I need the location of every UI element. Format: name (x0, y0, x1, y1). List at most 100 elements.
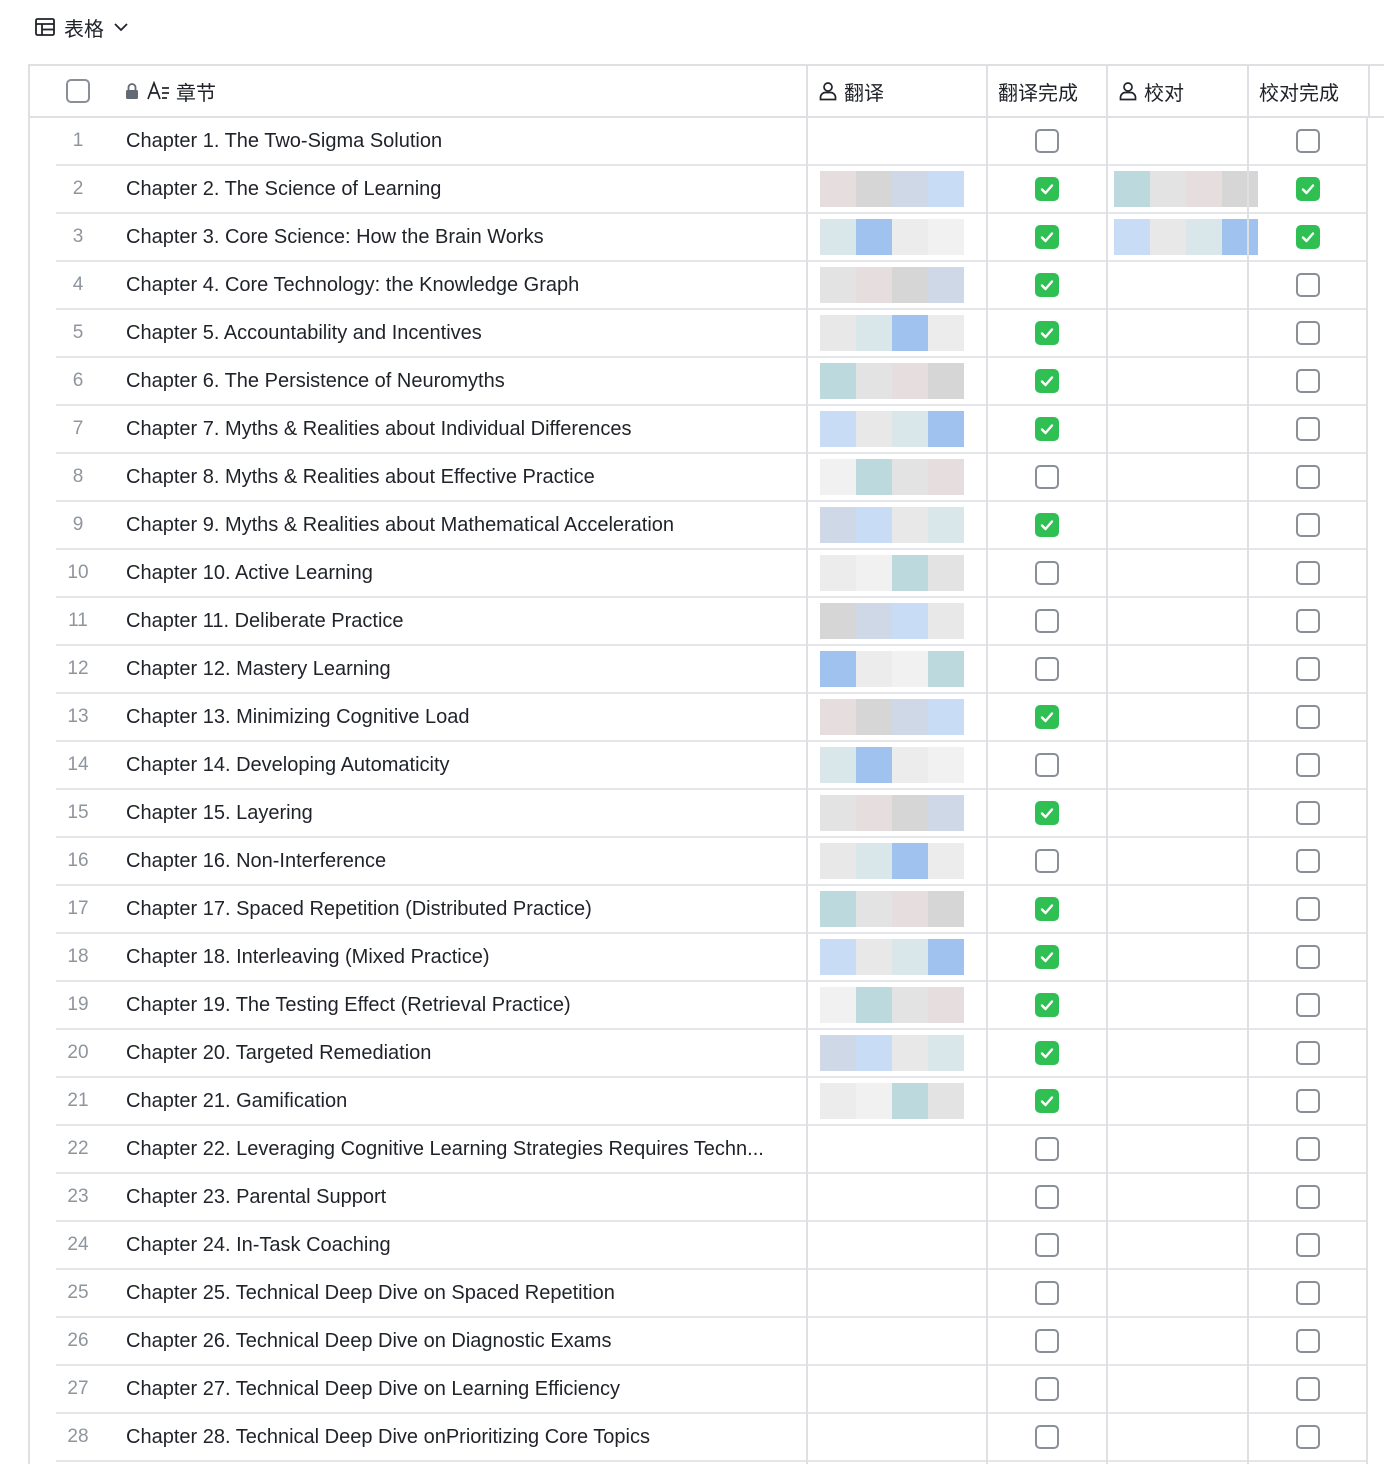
chapter-cell[interactable]: Chapter 9. Myths & Realities about Mathe… (126, 502, 806, 548)
column-header-chapter[interactable]: 章节 (124, 66, 806, 116)
table-row[interactable]: 16 Chapter 16. Non-Interference (30, 838, 1368, 886)
translator-cell[interactable] (814, 598, 984, 644)
chapter-cell[interactable]: Chapter 19. The Testing Effect (Retrieva… (126, 982, 806, 1028)
unchecked-checkbox[interactable] (1296, 1089, 1320, 1113)
translator-cell[interactable] (814, 214, 984, 260)
checked-checkbox[interactable] (1035, 177, 1059, 201)
table-row[interactable]: 23 Chapter 23. Parental Support (30, 1174, 1368, 1222)
unchecked-checkbox[interactable] (1035, 753, 1059, 777)
chapter-cell[interactable]: Chapter 21. Gamification (126, 1078, 806, 1124)
checked-checkbox[interactable] (1296, 225, 1320, 249)
proofreader-cell[interactable] (1108, 502, 1246, 548)
unchecked-checkbox[interactable] (1296, 993, 1320, 1017)
chapter-cell[interactable]: Chapter 24. In-Task Coaching (126, 1222, 806, 1268)
translator-cell[interactable] (814, 982, 984, 1028)
chapter-cell[interactable]: Chapter 7. Myths & Realities about Indiv… (126, 406, 806, 452)
proofreader-cell[interactable] (1108, 790, 1246, 836)
translator-cell[interactable] (814, 454, 984, 500)
translator-cell[interactable] (814, 838, 984, 884)
proofreader-cell[interactable] (1108, 742, 1246, 788)
unchecked-checkbox[interactable] (1296, 1329, 1320, 1353)
chapter-cell[interactable]: Chapter 25. Technical Deep Dive on Space… (126, 1270, 806, 1316)
proofreader-cell[interactable] (1108, 934, 1246, 980)
column-header-translator[interactable]: 翻译 (806, 66, 986, 116)
translator-cell[interactable] (814, 1126, 984, 1172)
translator-cell[interactable] (814, 694, 984, 740)
column-header-translation-done[interactable]: 翻译完成 (986, 66, 1106, 116)
proofreader-cell[interactable] (1108, 838, 1246, 884)
translator-cell[interactable] (814, 166, 984, 212)
proofreader-cell[interactable] (1108, 1078, 1246, 1124)
translator-cell[interactable] (814, 1270, 984, 1316)
chapter-cell[interactable]: Chapter 20. Targeted Remediation (126, 1030, 806, 1076)
checked-checkbox[interactable] (1035, 993, 1059, 1017)
table-row[interactable]: 28 Chapter 28. Technical Deep Dive onPrio… (30, 1414, 1368, 1462)
proofreader-cell[interactable] (1108, 886, 1246, 932)
chapter-cell[interactable]: Chapter 28. Technical Deep Dive onPriori… (126, 1414, 806, 1460)
chapter-cell[interactable]: Chapter 10. Active Learning (126, 550, 806, 596)
chapter-cell[interactable]: Chapter 4. Core Technology: the Knowledg… (126, 262, 806, 308)
chapter-cell[interactable]: Chapter 27. Technical Deep Dive on Learn… (126, 1366, 806, 1412)
unchecked-checkbox[interactable] (1035, 849, 1059, 873)
column-header-proofreader[interactable]: 校对 (1106, 66, 1247, 116)
proofreader-cell[interactable] (1108, 118, 1246, 164)
translator-cell[interactable] (814, 262, 984, 308)
unchecked-checkbox[interactable] (1035, 1137, 1059, 1161)
chapter-cell[interactable]: Chapter 5. Accountability and Incentives (126, 310, 806, 356)
chapter-cell[interactable]: Chapter 14. Developing Automaticity (126, 742, 806, 788)
checked-checkbox[interactable] (1035, 945, 1059, 969)
proofreader-cell[interactable] (1108, 1414, 1246, 1460)
chapter-cell[interactable]: Chapter 17. Spaced Repetition (Distribut… (126, 886, 806, 932)
chapter-cell[interactable]: Chapter 23. Parental Support (126, 1174, 806, 1220)
chapter-cell[interactable]: Chapter 2. The Science of Learning (126, 166, 806, 212)
proofreader-cell[interactable] (1108, 550, 1246, 596)
checked-checkbox[interactable] (1035, 705, 1059, 729)
checked-checkbox[interactable] (1035, 273, 1059, 297)
translator-cell[interactable] (814, 406, 984, 452)
chapter-cell[interactable]: Chapter 26. Technical Deep Dive on Diagn… (126, 1318, 806, 1364)
checked-checkbox[interactable] (1035, 801, 1059, 825)
unchecked-checkbox[interactable] (1296, 609, 1320, 633)
translator-cell[interactable] (814, 934, 984, 980)
chapter-cell[interactable]: Chapter 13. Minimizing Cognitive Load (126, 694, 806, 740)
proofreader-cell[interactable] (1108, 358, 1246, 404)
unchecked-checkbox[interactable] (1296, 1041, 1320, 1065)
proofreader-cell[interactable] (1108, 1318, 1246, 1364)
table-row[interactable]: 10 Chapter 10. Active Learning (30, 550, 1368, 598)
proofreader-cell[interactable] (1108, 646, 1246, 692)
proofreader-cell[interactable] (1108, 1222, 1246, 1268)
checked-checkbox[interactable] (1035, 225, 1059, 249)
proofreader-cell[interactable] (1108, 214, 1258, 260)
unchecked-checkbox[interactable] (1035, 1185, 1059, 1209)
unchecked-checkbox[interactable] (1296, 1425, 1320, 1449)
unchecked-checkbox[interactable] (1296, 1281, 1320, 1305)
table-row[interactable]: 15 Chapter 15. Layering (30, 790, 1368, 838)
checked-checkbox[interactable] (1035, 1041, 1059, 1065)
unchecked-checkbox[interactable] (1296, 801, 1320, 825)
chapter-cell[interactable]: Chapter 1. The Two-Sigma Solution (126, 118, 806, 164)
proofreader-cell[interactable] (1108, 406, 1246, 452)
chapter-cell[interactable]: Chapter 11. Deliberate Practice (126, 598, 806, 644)
translator-cell[interactable] (814, 1078, 984, 1124)
unchecked-checkbox[interactable] (1296, 1233, 1320, 1257)
table-row[interactable]: 7 Chapter 7. Myths & Realities about Indi… (30, 406, 1368, 454)
checked-checkbox[interactable] (1035, 897, 1059, 921)
checked-checkbox[interactable] (1035, 513, 1059, 537)
translator-cell[interactable] (814, 1174, 984, 1220)
table-row[interactable]: 2 Chapter 2. The Science of Learning (30, 166, 1368, 214)
unchecked-checkbox[interactable] (1296, 417, 1320, 441)
unchecked-checkbox[interactable] (1035, 1329, 1059, 1353)
table-row[interactable]: 4 Chapter 4. Core Technology: the Knowled… (30, 262, 1368, 310)
translator-cell[interactable] (814, 358, 984, 404)
table-row[interactable]: 19 Chapter 19. The Testing Effect (Retrie… (30, 982, 1368, 1030)
table-row[interactable]: 22 Chapter 22. Leveraging Cognitive Learn… (30, 1126, 1368, 1174)
proofreader-cell[interactable] (1108, 982, 1246, 1028)
unchecked-checkbox[interactable] (1296, 945, 1320, 969)
chapter-cell[interactable]: Chapter 16. Non-Interference (126, 838, 806, 884)
unchecked-checkbox[interactable] (1035, 657, 1059, 681)
proofreader-cell[interactable] (1108, 310, 1246, 356)
checked-checkbox[interactable] (1296, 177, 1320, 201)
table-row[interactable]: 14 Chapter 14. Developing Automaticity (30, 742, 1368, 790)
translator-cell[interactable] (814, 1222, 984, 1268)
select-all-checkbox[interactable] (66, 66, 90, 116)
